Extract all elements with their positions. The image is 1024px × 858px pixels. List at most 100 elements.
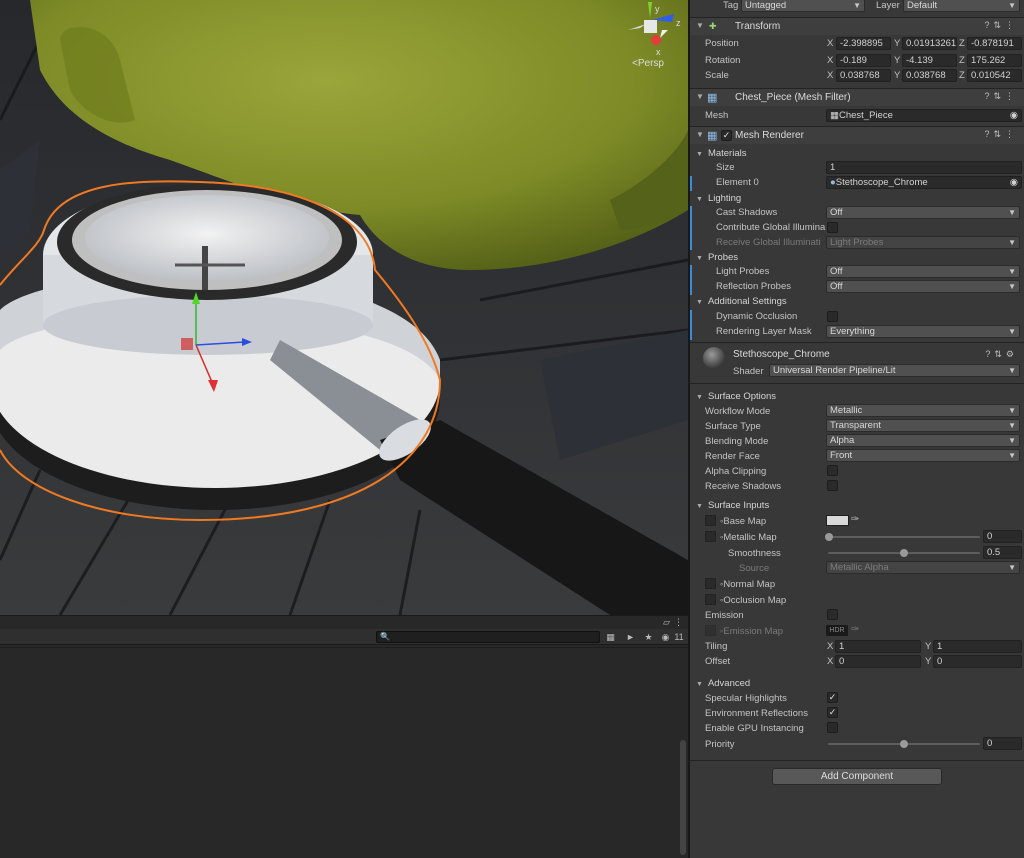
layer-dropdown[interactable]: Default ▼	[903, 0, 1020, 12]
base-map-slot[interactable]	[705, 515, 716, 526]
foldout-icon[interactable]: ▼	[696, 21, 704, 30]
surface-type-dropdown[interactable]: Transparent ▼	[826, 419, 1020, 432]
dynamic-occlusion-checkbox[interactable]	[827, 311, 838, 322]
environment-reflections-checkbox[interactable]: ✓	[827, 707, 838, 718]
foldout-icon[interactable]: ▼	[696, 130, 704, 139]
object-picker-icon[interactable]: ◉	[1010, 177, 1018, 188]
divider	[690, 342, 1024, 343]
console-search-input[interactable]: 🔍	[376, 631, 600, 643]
chevron-down-icon: ▼	[1008, 327, 1016, 336]
alpha-clipping-checkbox[interactable]	[827, 465, 838, 476]
tiling-y-field[interactable]: 1	[933, 640, 1022, 653]
mesh-renderer-enabled-checkbox[interactable]: ✓	[721, 130, 732, 141]
blending-mode-dropdown[interactable]: Alpha ▼	[826, 434, 1020, 447]
position-x-field[interactable]: -2.398895	[836, 37, 891, 50]
favorite-star-icon[interactable]: ★	[642, 631, 655, 643]
hierarchy-filter-icon[interactable]: ▦	[604, 631, 617, 643]
advanced-foldout[interactable]: ▼ Advanced	[696, 678, 750, 689]
override-indicator	[690, 310, 692, 340]
rendering-layer-mask-dropdown[interactable]: Everything ▼	[826, 325, 1020, 338]
metallic-map-slot[interactable]	[705, 531, 716, 542]
component-menu-icons[interactable]: ?⇅⋮	[984, 129, 1018, 140]
rotation-z-field[interactable]: 175.262	[967, 54, 1022, 67]
mesh-object-field[interactable]: ▦Chest_Piece ◉	[826, 109, 1022, 122]
foldout-icon: ▼	[696, 503, 703, 510]
x-axis-label: X	[827, 656, 834, 667]
visibility-icon[interactable]: ◉	[659, 631, 672, 643]
transform-header[interactable]: ▼ ✚ Transform ?⇅⋮	[690, 17, 1024, 35]
workflow-mode-dropdown[interactable]: Metallic ▼	[826, 404, 1020, 417]
mesh-renderer-header[interactable]: ▼ ▦ ✓ Mesh Renderer ?⇅⋮	[690, 126, 1024, 144]
position-z-field[interactable]: -0.878191	[967, 37, 1022, 50]
specular-highlights-checkbox[interactable]: ✓	[827, 692, 838, 703]
chevron-down-icon: ▼	[1008, 282, 1016, 291]
priority-value-field[interactable]: 0	[983, 737, 1022, 750]
chevron-down-icon: ▼	[1008, 436, 1016, 445]
probes-foldout[interactable]: ▼ Probes	[696, 252, 738, 263]
tag-dropdown[interactable]: Untagged ▼	[741, 0, 865, 12]
base-color-swatch[interactable]	[826, 515, 849, 526]
contribute-gi-label: Contribute Global Illumina	[716, 222, 826, 233]
surface-options-foldout[interactable]: ▼ Surface Options	[696, 391, 776, 402]
scale-x-field[interactable]: 0.038768	[836, 69, 891, 82]
tag-filter-icon[interactable]: ►	[624, 631, 637, 643]
foldout-icon: ▼	[696, 299, 703, 306]
divider	[690, 383, 1024, 384]
material-menu-icons[interactable]: ?⇅⚙	[985, 349, 1018, 360]
element0-material-field[interactable]: ●Stethoscope_Chrome ◉	[826, 176, 1022, 189]
additional-settings-foldout[interactable]: ▼ Additional Settings	[696, 296, 787, 307]
console-list[interactable]	[0, 662, 688, 858]
gizmo-y-label: y	[655, 4, 660, 14]
material-preview-icon[interactable]	[703, 347, 725, 369]
light-probes-dropdown[interactable]: Off ▼	[826, 265, 1020, 278]
component-menu-icons[interactable]: ?⇅⋮	[984, 91, 1018, 102]
rotation-x-field[interactable]: -0.189	[836, 54, 891, 67]
cast-shadows-dropdown[interactable]: Off ▼	[826, 206, 1020, 219]
chevron-down-icon: ▼	[1008, 406, 1016, 415]
offset-x-field[interactable]: 0	[835, 655, 921, 668]
position-y-field[interactable]: 0.01913261	[902, 37, 957, 50]
metallic-slider-handle[interactable]	[825, 533, 833, 541]
mesh-filter-header[interactable]: ▼ ▦ Chest_Piece (Mesh Filter) ?⇅⋮	[690, 88, 1024, 106]
reflection-probes-dropdown[interactable]: Off ▼	[826, 280, 1020, 293]
metallic-value-field[interactable]: 0	[983, 530, 1022, 543]
eyedropper-icon[interactable]: ✑	[851, 514, 859, 525]
console-scrollbar[interactable]	[680, 740, 686, 855]
component-menu-icons[interactable]: ?⇅⋮	[984, 20, 1018, 31]
persp-label: Persp	[637, 58, 664, 69]
mesh-renderer-icon: ▦	[707, 130, 718, 142]
occlusion-map-slot[interactable]	[705, 594, 716, 605]
projection-toggle[interactable]: <Persp	[632, 58, 664, 69]
offset-y-field[interactable]: 0	[933, 655, 1022, 668]
materials-foldout[interactable]: ▼ Materials	[696, 148, 746, 159]
more-menu-icon[interactable]: ⋮	[672, 616, 685, 628]
foldout-icon[interactable]: ▼	[696, 92, 704, 101]
normal-map-slot[interactable]	[705, 578, 716, 589]
scene-view[interactable]: y z x <Persp	[0, 0, 688, 615]
receive-shadows-checkbox[interactable]	[827, 480, 838, 491]
smoothness-value-field[interactable]: 0.5	[983, 546, 1022, 559]
lighting-foldout[interactable]: ▼ Lighting	[696, 193, 741, 204]
add-component-button[interactable]: Add Component	[772, 768, 942, 785]
rotation-y-field[interactable]: -4.139	[902, 54, 957, 67]
shader-dropdown[interactable]: Universal Render Pipeline/Lit ▼	[769, 364, 1020, 377]
materials-size-field[interactable]: 1	[826, 161, 1022, 174]
scale-y-field[interactable]: 0.038768	[902, 69, 957, 82]
scale-z-field[interactable]: 0.010542	[967, 69, 1022, 82]
smoothness-slider-handle[interactable]	[900, 549, 908, 557]
priority-slider-handle[interactable]	[900, 740, 908, 748]
tiling-x-field[interactable]: 1	[835, 640, 921, 653]
inspector-panel: Tag Untagged ▼ Layer Default ▼ ▼ ✚ Transfo…	[688, 0, 1024, 858]
render-face-dropdown[interactable]: Front ▼	[826, 449, 1020, 462]
object-picker-icon[interactable]: ◉	[1010, 110, 1018, 121]
receive-gi-dropdown: Light Probes ▼	[826, 236, 1020, 249]
gizmo-z-label: z	[676, 18, 681, 28]
contribute-gi-checkbox[interactable]	[827, 222, 838, 233]
offset-label: Offset	[705, 656, 731, 667]
gpu-instancing-checkbox[interactable]	[827, 722, 838, 733]
emission-checkbox[interactable]	[827, 609, 838, 620]
mesh-filter-title: Chest_Piece (Mesh Filter)	[735, 92, 851, 103]
metallic-slider-track[interactable]	[828, 536, 980, 538]
surface-inputs-foldout[interactable]: ▼ Surface Inputs	[696, 500, 769, 511]
scene-render[interactable]	[0, 0, 688, 615]
